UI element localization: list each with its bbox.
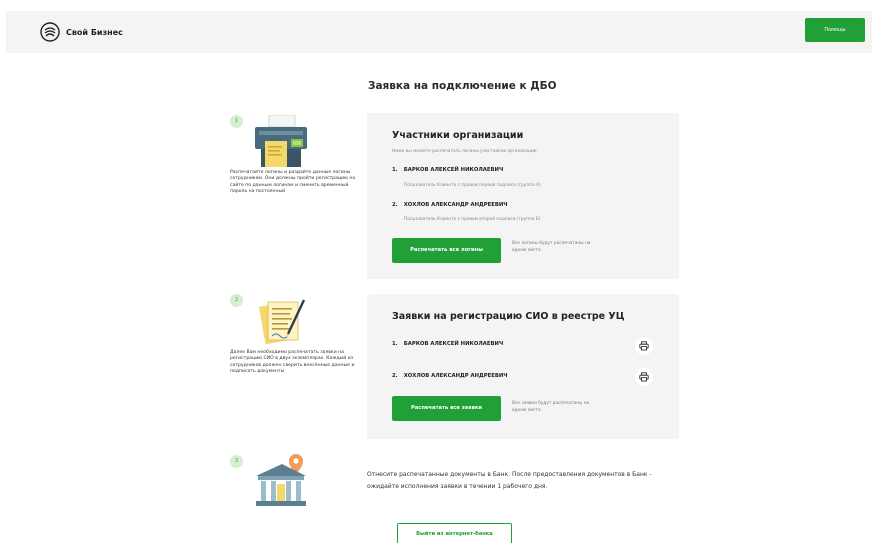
request-row: 2. ХОХЛОВ АЛЕКСАНДР АНДРЕЕВИЧ [392, 373, 508, 379]
step-2-text: Далее Вам необходимо распечатать заявки … [230, 350, 355, 374]
step-3-badge: 3 [230, 455, 243, 468]
request-number: 1. [392, 341, 398, 347]
request-name: БАРКОВ АЛЕКСЕЙ НИКОЛАЕВИЧ [403, 341, 504, 347]
printer-icon [639, 372, 649, 382]
request-row: 1. БАРКОВ АЛЕКСЕЙ НИКОЛАЕВИЧ [392, 341, 503, 347]
bank-illustration-icon [256, 454, 306, 506]
page-title: Заявка на подключение к ДБО [368, 80, 557, 92]
participant-row: 1. БАРКОВ АЛЕКСЕЙ НИКОЛАЕВИЧ [392, 167, 503, 173]
step-2-badge: 2 [230, 294, 243, 307]
logins-print-note: Все логины будут распечатаны на одном ли… [512, 241, 591, 253]
participant-name: БАРКОВ АЛЕКСЕЙ НИКОЛАЕВИЧ [403, 167, 504, 173]
brand-logo[interactable]: Свой Бизнес [40, 22, 123, 42]
sber-logo-icon [40, 22, 60, 42]
logout-button[interactable]: Выйти из интернет-банка [397, 523, 512, 543]
requests-title: Заявки на регистрацию СИО в реестре УЦ [392, 311, 625, 322]
participant-number: 1. [392, 167, 398, 173]
help-button[interactable]: Помощь [805, 18, 865, 42]
print-request-button[interactable] [635, 337, 653, 355]
documents-illustration-icon [258, 299, 306, 345]
participants-card: Участники организации Ниже вы можете рас… [367, 113, 679, 279]
participant-role: Пользователь Клиента с правом второй под… [404, 217, 541, 222]
participant-row: 2. ХОХЛОВ АЛЕКСАНДР АНДРЕЕВИЧ [392, 202, 508, 208]
print-all-logins-button[interactable]: Распечатать все логины [392, 238, 501, 263]
request-name: ХОХЛОВ АЛЕКСАНДР АНДРЕЕВИЧ [403, 373, 508, 379]
requests-print-note: Все заявки будут распечатаны на одном ли… [512, 401, 590, 413]
participants-title: Участники организации [392, 130, 524, 141]
printer-icon [639, 341, 649, 351]
step-1-badge: 1 [230, 115, 243, 128]
requests-card: Заявки на регистрацию СИО в реестре УЦ 1… [367, 294, 679, 439]
brand-name: Свой Бизнес [66, 27, 123, 37]
participants-subtitle: Ниже вы можете распечатать логины участн… [392, 149, 537, 154]
request-number: 2. [392, 373, 398, 379]
participant-role: Пользователь Клиента с правом первой под… [404, 183, 541, 188]
top-bar: Свой Бизнес Помощь [6, 11, 872, 53]
participant-number: 2. [392, 202, 398, 208]
step-1-text: Распечатайте логины и раздайте данные ло… [230, 170, 356, 194]
print-all-requests-button[interactable]: Распечатать все заявки [392, 396, 501, 421]
participant-name: ХОХЛОВ АЛЕКСАНДР АНДРЕЕВИЧ [403, 202, 508, 208]
step-3-text: Отнесите распечатанные документы в Банк.… [367, 471, 652, 490]
print-request-button[interactable] [635, 368, 653, 386]
printer-illustration-icon [255, 115, 307, 167]
